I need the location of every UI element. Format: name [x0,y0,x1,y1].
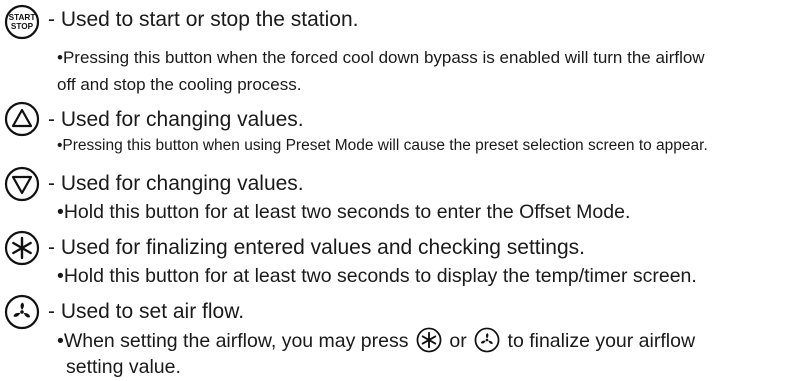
down-button-note: •Hold this button for at least two secon… [57,201,631,223]
fan-note-text-part1: •When setting the airflow, you may press [57,330,409,352]
svg-text:STOP: STOP [11,22,34,31]
asterisk-button-icon [4,230,40,266]
inline-fan-icon [474,327,500,353]
down-triangle-button-icon [4,166,40,202]
svg-text:START: START [9,13,36,22]
inline-asterisk-icon [416,327,442,353]
start-stop-description: - Used to start or stop the station. [48,8,359,31]
up-triangle-button-icon [4,101,40,137]
fan-button-note-line2: setting value. [66,356,181,378]
fan-button-icon [4,294,40,330]
start-stop-note-line1: •Pressing this button when the forced co… [57,48,705,67]
fan-note-text-part2: or [449,330,467,352]
up-button-description: - Used for changing values. [48,108,304,131]
down-button-description: - Used for changing values. [48,172,304,195]
fan-button-note-line1: •When setting the airflow, you may press… [57,327,695,355]
start-stop-note-line2: off and stop the cooling process. [57,75,302,94]
asterisk-button-note: •Hold this button for at least two secon… [57,265,697,287]
up-button-note: •Pressing this button when using Preset … [57,137,708,154]
fan-button-description: - Used to set air flow. [48,300,245,323]
fan-note-text-part3: to finalize your airflow [507,330,696,352]
start-stop-button-icon: START STOP [4,4,40,40]
asterisk-button-description: - Used for finalizing entered values and… [48,236,585,259]
